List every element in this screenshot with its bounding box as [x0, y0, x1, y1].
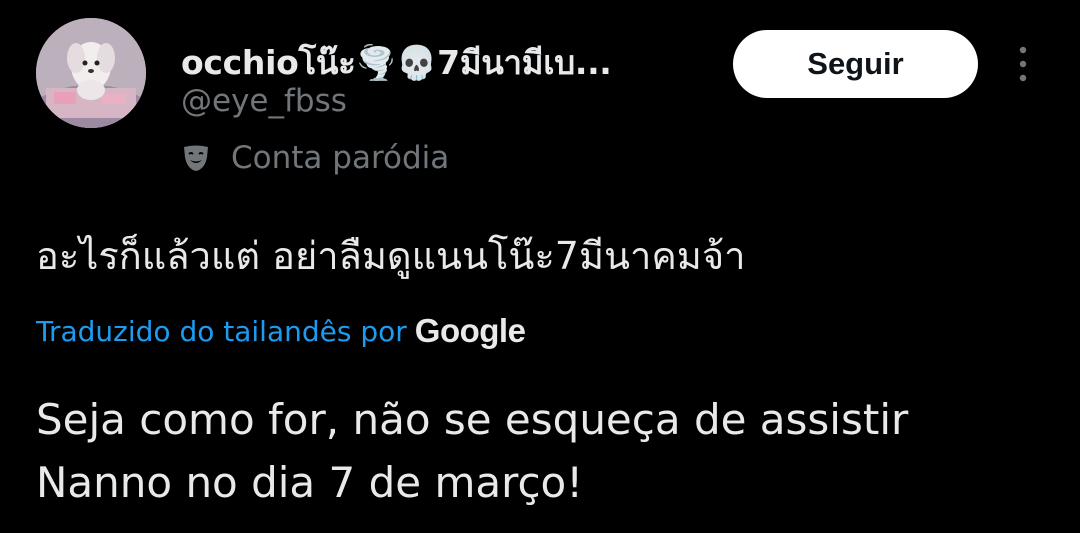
parody-label: Conta paródia: [181, 138, 449, 178]
parody-label-text: Conta paródia: [231, 140, 450, 176]
follow-button[interactable]: Seguir: [733, 30, 978, 98]
theater-mask-icon: [184, 145, 208, 171]
user-handle[interactable]: @eye_fbss: [181, 83, 347, 119]
translated-text-line: Seja como for, não se esqueça de assisti…: [36, 395, 909, 444]
avatar-photo: [36, 18, 146, 128]
translation-attribution[interactable]: Traduzido do tailandês por Google: [36, 310, 526, 352]
avatar[interactable]: [36, 18, 146, 128]
translated-by-text: Traduzido do tailandês por: [36, 314, 407, 348]
translated-text-line: Nanno no dia 7 de março!: [36, 458, 584, 507]
google-logo: Google: [414, 312, 526, 349]
translated-text: Seja como for, não se esqueça de assisti…: [36, 388, 1036, 514]
tweet-text: อะไรก็แล้วแต่ อย่าลืมดูแนนโน๊ะ7มีนาคมจ้า: [36, 234, 746, 278]
more-vertical-icon[interactable]: [1012, 44, 1034, 84]
display-name[interactable]: occhioโน๊ะ🌪️💀7มีนามีเบ...: [181, 36, 612, 89]
